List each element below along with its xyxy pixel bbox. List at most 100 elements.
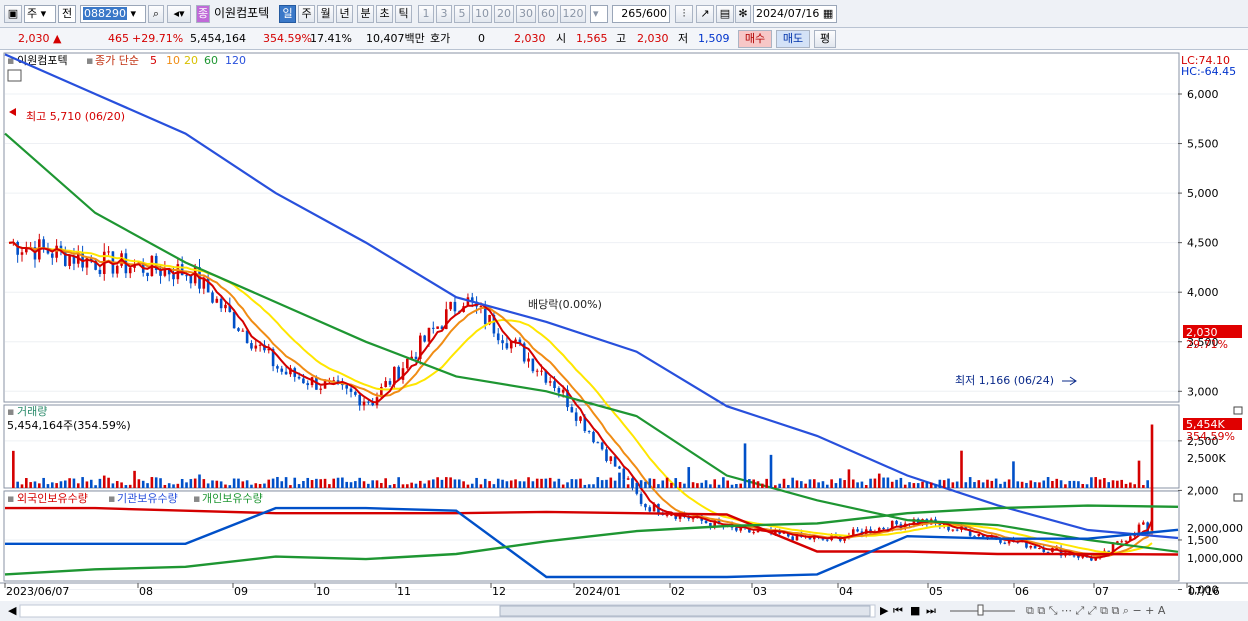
tab-month[interactable]: 월 <box>317 5 334 23</box>
low-note: 최저 1,166 (06/24) <box>955 374 1054 387</box>
forward-icon[interactable]: ⏭ <box>926 604 936 617</box>
interval-button[interactable]: 1 <box>418 5 434 23</box>
volume-bar <box>111 483 115 488</box>
candle-body <box>115 265 119 274</box>
volume-bar <box>661 480 665 488</box>
legend-foreign: 외국인보유수량 <box>17 492 88 505</box>
scroll-bar[interactable]: ◀ ▶ ⏮ ■ ⏭ ⧉ ⧉ ⤡ ⋯ ⤢ ⤢ ⧉ ⧉ ⌕ − + A <box>0 601 1248 621</box>
candle-body <box>592 431 595 443</box>
market-select[interactable]: 주 ▾ <box>24 5 56 23</box>
tab-day[interactable]: 일 <box>279 5 296 23</box>
x-tick-label: 07/16 <box>1188 585 1220 598</box>
volume-bar <box>631 478 634 488</box>
panel-close-icon[interactable] <box>1233 406 1243 415</box>
buy-button[interactable]: 매수 <box>738 30 772 48</box>
date-field[interactable]: 2024/07/16 ▦ <box>753 5 837 23</box>
volume-bar <box>198 474 201 488</box>
candle-body <box>535 370 539 372</box>
search-icon[interactable]: ⌕ <box>148 5 164 23</box>
candle-body <box>1038 548 1041 550</box>
candle-body <box>172 274 175 280</box>
volume-bar <box>782 478 786 488</box>
interval-button[interactable]: 20 <box>494 5 514 23</box>
interval-button[interactable]: 3 <box>436 5 452 23</box>
volume-bar <box>531 481 535 488</box>
volume-title: 거래량 <box>17 405 47 418</box>
speaker-icon[interactable]: ◂▾ <box>167 5 191 23</box>
tab-tick[interactable]: 틱 <box>395 5 412 23</box>
candle-body <box>98 269 102 274</box>
count-field[interactable]: 265/600 <box>612 5 670 23</box>
volume-pct: 354.59% <box>263 32 312 45</box>
count-total: /600 <box>642 7 667 20</box>
interval-button[interactable]: 120 <box>560 5 586 23</box>
interval-button[interactable]: 5 <box>454 5 470 23</box>
chart-menu-icon[interactable]: ▣ <box>4 5 22 23</box>
scroll-left-icon[interactable]: ◀ <box>8 604 17 617</box>
bid-price: 2,030 <box>514 32 546 45</box>
volume-bar <box>427 480 431 488</box>
interval-dropdown[interactable]: ▾ <box>590 5 608 23</box>
candle-body <box>319 388 323 390</box>
volume-bar <box>574 479 578 488</box>
sell-button[interactable]: 매도 <box>776 30 810 48</box>
tab-week[interactable]: 주 <box>298 5 315 23</box>
tab-minute[interactable]: 분 <box>357 5 374 23</box>
interval-button[interactable]: 10 <box>472 5 492 23</box>
volume-bar <box>994 478 998 488</box>
count-value: 265 <box>621 7 643 20</box>
tab-second[interactable]: 초 <box>376 5 393 23</box>
calendar-icon[interactable]: ▦ <box>823 7 833 20</box>
tab-year[interactable]: 년 <box>336 5 353 23</box>
candle-body <box>670 514 673 516</box>
candle-body <box>414 356 418 359</box>
gear-icon[interactable]: ✻ <box>735 5 751 23</box>
volume-bar <box>613 480 617 488</box>
stop-icon[interactable]: ■ <box>910 604 920 617</box>
y-tick-label: 5,000 <box>1187 187 1219 200</box>
volume-bar <box>245 480 249 488</box>
interval-button[interactable]: 30 <box>516 5 536 23</box>
eval-button[interactable]: 평 <box>814 30 836 48</box>
zoom-handle[interactable] <box>977 604 984 616</box>
period-prefix[interactable]: 전 <box>58 5 76 23</box>
volume-bar <box>683 483 686 488</box>
volume-bar <box>167 483 171 488</box>
table-icon[interactable] <box>7 69 22 82</box>
x-tick-label: 2023/06/07 <box>6 585 69 598</box>
save-icon[interactable]: ▤ <box>716 5 734 23</box>
volume-bar <box>380 482 383 488</box>
candle-body <box>423 335 426 342</box>
code-input[interactable]: 088290 ▾ <box>80 5 146 23</box>
scroll-right-icon[interactable]: ▶ <box>880 604 889 617</box>
candle-icon[interactable]: ⫶ <box>675 5 693 23</box>
panel-close-icon[interactable] <box>1233 493 1243 502</box>
volume-bar <box>648 478 652 488</box>
candle-body <box>691 518 695 520</box>
rewind-icon[interactable]: ⏮ <box>893 604 903 617</box>
volume-bar <box>475 477 478 488</box>
volume-bar <box>678 482 682 488</box>
volume-bar <box>674 478 678 488</box>
volume-bar <box>436 477 439 488</box>
volume-bar <box>652 478 656 488</box>
chart-area[interactable]: ▪ 이원컴포텍 ▪ 종가 단순 5 10 20 60 120 LC:74.10 … <box>0 50 1248 621</box>
scroll-thumb[interactable] <box>499 605 871 617</box>
volume-bar <box>938 479 942 488</box>
volume-bar <box>864 484 868 488</box>
tool-icons[interactable]: ⧉ ⧉ ⤡ ⋯ ⤢ ⤢ ⧉ ⧉ ⌕ − + A <box>1026 604 1166 617</box>
volume-bar <box>354 481 357 488</box>
volume-y-tick: 2,500K <box>1187 452 1226 465</box>
interval-button[interactable]: 60 <box>538 5 558 23</box>
volume-bar <box>423 483 426 488</box>
holdings-y-tick: 1,000,000 <box>1187 552 1243 565</box>
volume-bar <box>726 480 730 488</box>
volume-bar <box>63 480 67 488</box>
candle-body <box>258 344 262 346</box>
candle-body <box>1029 545 1033 548</box>
x-tick-label: 07 <box>1095 585 1109 598</box>
draw-icon[interactable]: ↗ <box>696 5 714 23</box>
candle-body <box>548 381 552 383</box>
legend-icon: ▪ <box>86 54 93 67</box>
volume-bar <box>722 477 725 488</box>
